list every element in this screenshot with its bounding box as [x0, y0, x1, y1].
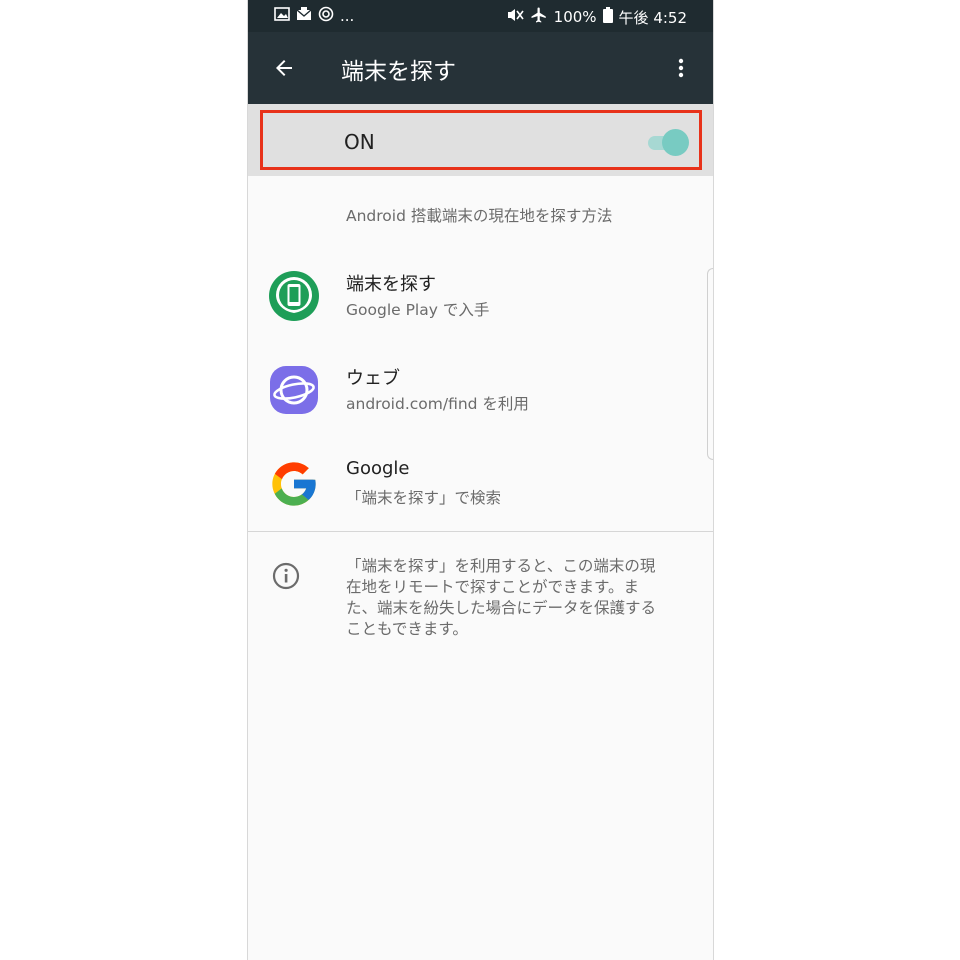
google-icon [268, 458, 320, 510]
battery-percent: 100% [553, 8, 597, 26]
arrow-back-icon [276, 60, 292, 76]
mute-icon [506, 7, 524, 27]
sync-icon [318, 6, 334, 26]
airplane-icon [530, 6, 548, 28]
more-notifications: ... [340, 7, 355, 25]
highlight-annotation [260, 110, 702, 170]
list-item-find-device-app[interactable]: 端末を探す Google Play で入手 [248, 270, 713, 362]
find-device-icon [268, 270, 320, 322]
clock: 午後 4:52 [618, 8, 687, 27]
status-bar: ... 100% 午後 4:52 [248, 0, 713, 32]
status-notifications: ... [274, 6, 354, 26]
scroll-indicator [707, 268, 713, 460]
battery-icon [602, 7, 613, 27]
switch-label: ON [344, 130, 375, 154]
phone-screen: ... 100% 午後 4:52 端末を探す ON Android 搭載端末の現… [247, 0, 714, 960]
status-system: 100% 午後 4:52 [506, 6, 687, 28]
page-title: 端末を探す [341, 59, 456, 85]
info-icon [272, 562, 300, 590]
gallery-icon [274, 7, 290, 25]
more-options-button[interactable] [663, 50, 699, 86]
list-item-subtitle: 「端末を探す」で検索 [346, 489, 502, 507]
list-item-web[interactable]: ウェブ android.com/find を利用 [248, 364, 713, 456]
list-item-google[interactable]: Google 「端末を探す」で検索 [248, 458, 713, 550]
list-item-subtitle: android.com/find を利用 [346, 395, 529, 413]
find-device-switch[interactable] [648, 129, 689, 156]
app-bar: 端末を探す [248, 32, 713, 104]
list-item-title: 端末を探す [346, 274, 436, 295]
switch-thumb [662, 129, 689, 156]
info-text: 「端末を探す」を利用すると、この端末の現 在地をリモートで探すことができます。ま… [346, 557, 657, 638]
more-vert-icon [678, 58, 684, 78]
methods-description: Android 搭載端末の現在地を探す方法 [346, 207, 613, 225]
master-switch-row[interactable]: ON [248, 104, 713, 176]
list-item-title: Google [346, 458, 410, 479]
list-item-subtitle: Google Play で入手 [346, 301, 490, 319]
mail-icon [296, 7, 312, 25]
back-button[interactable] [266, 50, 302, 86]
internet-icon [268, 364, 320, 416]
section-divider [248, 531, 713, 532]
list-item-title: ウェブ [346, 368, 400, 389]
